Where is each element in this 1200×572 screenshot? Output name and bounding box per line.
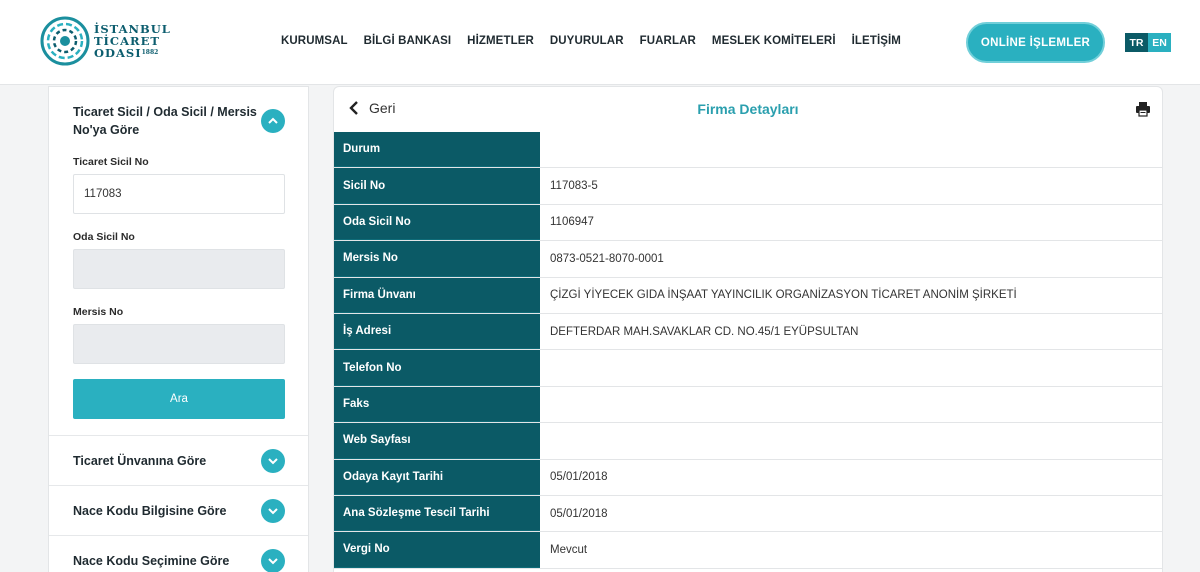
table-row: Firma Ünvanı ÇİZGİ YİYECEK GIDA İNŞAAT YA… [334,277,1162,314]
nav-hizmetler[interactable]: HİZMETLER [467,35,534,47]
accordion-label: Ticaret Ünvanına Göre [73,454,207,468]
row-key: Faks [334,386,540,423]
search-sidebar: Ticaret Sicil / Oda Sicil / Mersis No'ya… [48,86,309,572]
table-row: Vergi No Mevcut [334,532,1162,569]
language-switcher: TR EN [1125,33,1171,52]
table-row: Oda Sicil No 1106947 [334,204,1162,242]
oda-sicil-input[interactable] [73,249,285,289]
chevron-down-icon [268,558,278,565]
mersis-input[interactable] [73,324,285,364]
row-value: 1106947 [550,216,594,229]
expand-button[interactable] [261,449,285,473]
row-key: Web Sayfası [334,423,540,459]
ito-logo[interactable]: İSTANBUL TİCARET ODASI1882 [40,16,171,66]
panel-header: Firma Detayları Geri [334,87,1162,132]
table-row: Telefon No [334,350,1162,387]
page-title: Firma Detayları [697,101,799,117]
row-value: 05/01/2018 [550,471,608,484]
nav-bilgi-bankasi[interactable]: BİLGİ BANKASI [364,35,452,47]
search-button[interactable]: Ara [73,379,285,419]
row-value: ÇİZGİ YİYECEK GIDA İNŞAAT YAYINCILIK ORG… [550,289,1017,302]
table-row: Ana Sözleşme Tescil Tarihi 05/01/2018 [334,495,1162,533]
table-row: Odaya Kayıt Tarihi 05/01/2018 [334,459,1162,496]
back-label: Geri [369,100,396,116]
ito-logo-mark-icon [40,16,90,66]
lang-tr-button[interactable]: TR [1125,33,1148,52]
row-key: Firma Ünvanı [334,277,540,313]
row-value: Mevcut [550,543,588,556]
lang-en-button[interactable]: EN [1148,33,1171,52]
row-value: 117083-5 [550,180,598,193]
row-key: Telefon No [334,350,540,386]
row-value: 0873-0521-8070-0001 [550,252,664,265]
row-key: Mersis No [334,241,540,277]
accordion-nace-bilgi[interactable]: Nace Kodu Bilgisine Göre [49,486,308,536]
logo-text: İSTANBUL TİCARET ODASI1882 [94,23,171,59]
nav-duyurular[interactable]: DUYURULAR [550,35,624,47]
row-value [540,387,1162,422]
row-value [540,423,1162,458]
table-row: İş Adresi DEFTERDAR MAH.SAVAKLAR CD. NO.4… [334,313,1162,351]
row-key: Vergi No [334,532,540,568]
mersis-label: Mersis No [73,306,124,318]
accordion-label: Nace Kodu Seçimine Göre [73,554,230,568]
detail-table: Durum Sicil No 117083-5 Oda Sicil No 1106947… [334,132,1162,569]
ticaret-sicil-input[interactable]: 117083 [73,174,285,214]
expand-button[interactable] [261,499,285,523]
chevron-left-icon [349,101,358,115]
nav-fuarlar[interactable]: FUARLAR [640,35,696,47]
chevron-up-icon [268,117,278,124]
ticaret-sicil-label: Ticaret Sicil No [73,156,149,168]
logo-line-3: ODASI [94,46,142,60]
table-row: Mersis No 0873-0521-8070-0001 [334,241,1162,278]
row-key: Odaya Kayıt Tarihi [334,459,540,495]
logo-year: 1882 [141,49,159,56]
printer-icon[interactable] [1135,101,1151,117]
table-row: Web Sayfası [334,423,1162,460]
expand-button[interactable] [261,549,285,572]
table-row: Sicil No 117083-5 [334,168,1162,205]
oda-sicil-label: Oda Sicil No [73,231,135,243]
accordion-sicil-search: Ticaret Sicil / Oda Sicil / Mersis No'ya… [49,87,308,436]
row-key: Oda Sicil No [334,204,540,241]
online-islemler-button[interactable]: ONLİNE İŞLEMLER [966,22,1105,63]
table-row: Durum [334,132,1162,169]
main-nav: KURUMSAL BİLGİ BANKASI HİZMETLER DUYURUL… [281,35,901,47]
row-value [540,350,1162,385]
accordion-label: Nace Kodu Bilgisine Göre [73,504,227,518]
nav-iletisim[interactable]: İLETİŞİM [852,35,901,47]
back-button[interactable]: Geri [348,100,395,116]
nav-meslek-komiteleri[interactable]: MESLEK KOMİTELERİ [712,35,836,47]
row-value [540,132,1162,167]
site-header: İSTANBUL TİCARET ODASI1882 KURUMSAL BİLG… [0,0,1200,85]
firma-detay-panel: Firma Detayları Geri Durum Sicil No 117083… [333,86,1163,572]
row-value: DEFTERDAR MAH.SAVAKLAR CD. NO.45/1 EYÜPS… [550,325,859,338]
accordion-nace-secim[interactable]: Nace Kodu Seçimine Göre [49,536,308,572]
table-row: Faks [334,386,1162,424]
chevron-down-icon [268,458,278,465]
accordion-title[interactable]: Ticaret Sicil / Oda Sicil / Mersis No'ya… [73,103,273,139]
accordion-ticaret-unvani[interactable]: Ticaret Ünvanına Göre [49,436,308,486]
row-key: İş Adresi [334,313,540,350]
chevron-down-icon [268,508,278,515]
nav-kurumsal[interactable]: KURUMSAL [281,35,348,47]
collapse-button[interactable] [261,109,285,133]
row-value: 05/01/2018 [550,507,608,520]
row-key: Sicil No [334,168,540,204]
row-key: Ana Sözleşme Tescil Tarihi [334,495,540,532]
row-key: Durum [334,132,540,168]
